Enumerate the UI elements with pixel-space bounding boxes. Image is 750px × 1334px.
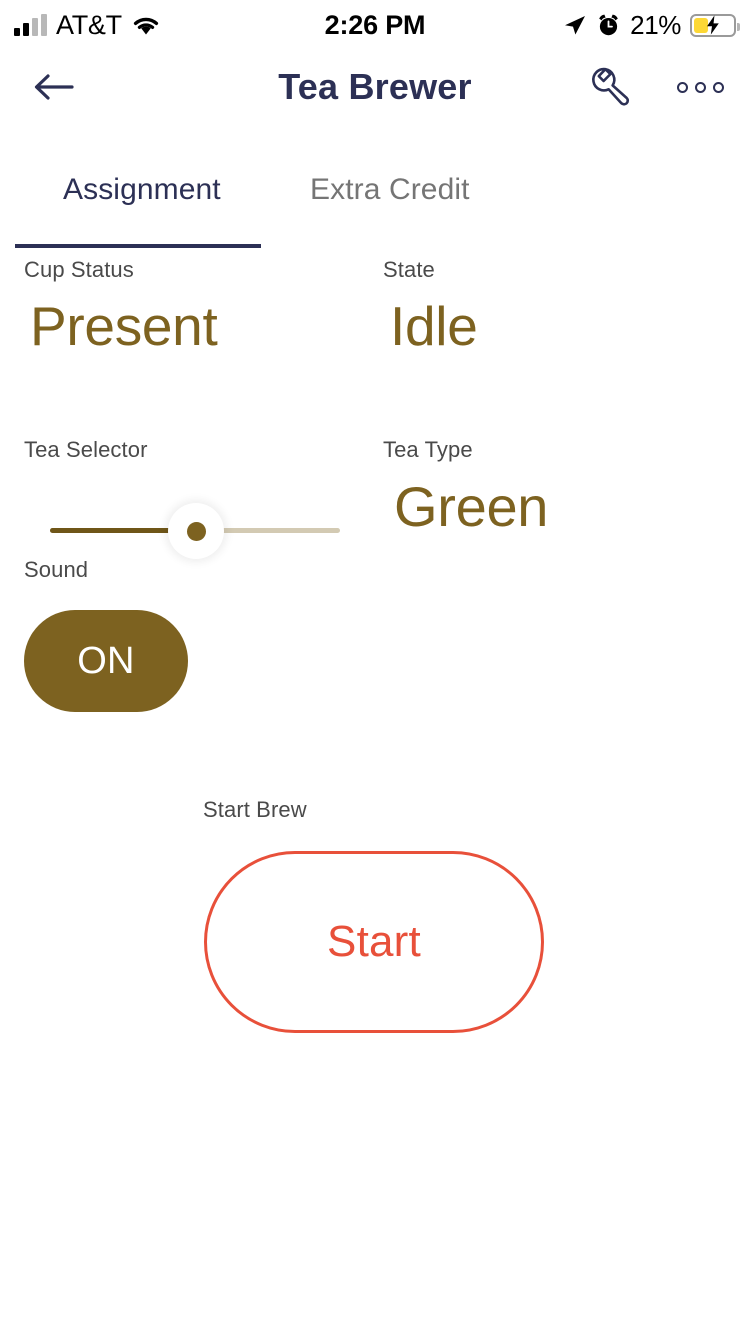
slider-thumb[interactable]	[168, 503, 224, 559]
page-title: Tea Brewer	[278, 66, 472, 107]
status-bar-right: 21%	[561, 9, 740, 41]
tea-selector-label: Tea Selector	[24, 437, 148, 462]
alarm-clock-icon	[599, 14, 618, 35]
status-bar: AT&T 2:26 PM 21%	[0, 0, 750, 50]
sound-toggle-label: ON	[77, 639, 135, 682]
tab-active-indicator	[15, 244, 261, 248]
more-horizontal-icon	[712, 81, 724, 93]
start-brew-button[interactable]: Start	[204, 851, 544, 1033]
cup-status-value: Present	[30, 295, 218, 357]
tab-assignment[interactable]: Assignment	[63, 155, 221, 247]
state-label: State	[383, 257, 435, 282]
cup-status-field: Cup Status Present	[24, 257, 218, 357]
more-horizontal-icon	[676, 81, 688, 93]
state-value: Idle	[390, 295, 478, 357]
battery-percent-label: 21%	[630, 9, 681, 40]
start-brew-label: Start Brew	[203, 797, 307, 822]
sound-toggle-button[interactable]: ON	[24, 610, 188, 712]
wrench-icon	[592, 67, 630, 106]
overflow-menu-button[interactable]	[672, 63, 728, 111]
start-brew-button-label: Start	[327, 917, 421, 966]
start-brew-field: Start Brew Start	[203, 797, 544, 1033]
tab-extra-credit-label: Extra Credit	[310, 173, 470, 206]
tea-type-field: Tea Type Green	[383, 437, 548, 535]
location-arrow-icon	[565, 16, 586, 35]
sound-label: Sound	[24, 557, 89, 582]
tab-extra-credit[interactable]: Extra Credit	[310, 155, 470, 247]
tea-type-label: Tea Type	[383, 437, 473, 462]
app-screen: AT&T 2:26 PM 21% Tea Brewer Assignment E…	[0, 0, 750, 1334]
lightning-bolt-icon	[707, 15, 719, 35]
cup-status-label: Cup Status	[24, 257, 134, 282]
sound-field: Sound ON	[24, 557, 188, 712]
more-horizontal-icon	[694, 81, 706, 93]
state-field: State Idle	[383, 257, 478, 357]
battery-charging-icon	[690, 13, 740, 37]
settings-button[interactable]	[582, 60, 636, 114]
tab-bar: Assignment Extra Credit	[0, 155, 750, 248]
tea-selector-field: Tea Selector	[24, 437, 340, 571]
tea-type-value: Green	[394, 475, 549, 538]
tab-assignment-label: Assignment	[63, 173, 221, 206]
app-header: Tea Brewer	[0, 52, 750, 122]
